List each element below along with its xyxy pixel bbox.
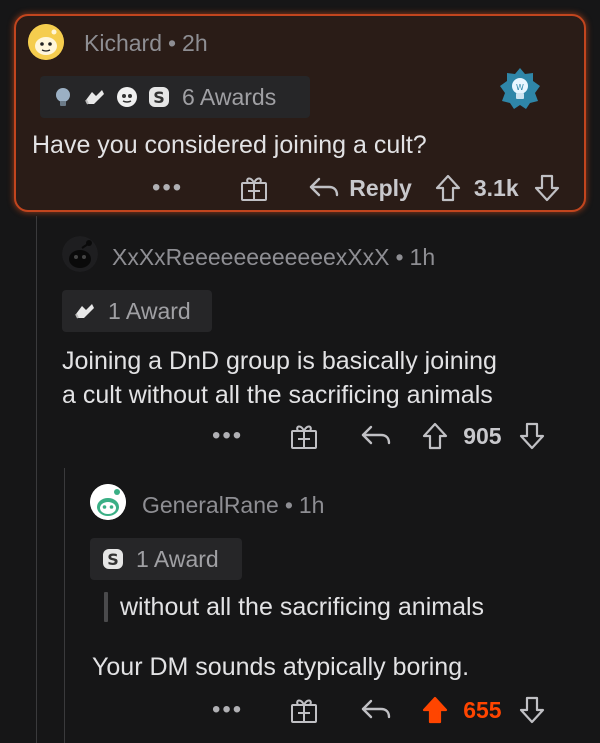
silver-bulb-icon bbox=[50, 84, 76, 110]
upvote-arrow-icon[interactable] bbox=[421, 421, 449, 451]
avatar[interactable] bbox=[90, 484, 126, 520]
downvote-arrow-icon[interactable] bbox=[533, 173, 561, 203]
thread-line-level-1[interactable] bbox=[36, 216, 37, 743]
awards-bar[interactable]: 1 Award bbox=[62, 290, 212, 332]
comment-actions: ••• 655 bbox=[212, 690, 546, 730]
give-award-gift-icon[interactable] bbox=[239, 173, 269, 203]
timestamp: 1h bbox=[409, 244, 436, 270]
comment-actions: ••• Reply 3.1k bbox=[152, 168, 561, 208]
comment-line: Joining a DnD group is basically joining bbox=[62, 347, 497, 375]
avatar[interactable] bbox=[62, 236, 98, 272]
separator-dot: • bbox=[395, 244, 404, 270]
comment-header: Kichard • 2h bbox=[84, 30, 208, 57]
award-count: 1 Award bbox=[108, 297, 191, 324]
give-award-gift-icon[interactable] bbox=[289, 421, 319, 451]
helpful-icon bbox=[114, 84, 140, 110]
vote-score: 3.1k bbox=[473, 174, 519, 201]
comment-header: GeneralRane • 1h bbox=[142, 492, 324, 519]
svg-text:S: S bbox=[153, 88, 165, 107]
awards-bar[interactable]: S 6 Awards bbox=[40, 76, 310, 118]
comment-actions: ••• 905 bbox=[212, 416, 546, 456]
snoo-avatar-icon bbox=[90, 484, 126, 520]
lightbulb-icon: W bbox=[500, 68, 540, 109]
wholesome-icon bbox=[72, 298, 98, 324]
vote-score: 905 bbox=[463, 422, 502, 449]
comment-line: a cult without all the sacrificing anima… bbox=[62, 381, 493, 409]
quote-bar bbox=[104, 592, 108, 622]
snoo-avatar-icon bbox=[28, 24, 64, 60]
comment-body: Your DM sounds atypically boring. bbox=[92, 650, 582, 684]
reply-arrow-icon[interactable] bbox=[359, 695, 393, 725]
upvote-arrow-icon[interactable] bbox=[434, 173, 462, 203]
username[interactable]: GeneralRane bbox=[142, 492, 279, 518]
give-award-gift-icon[interactable] bbox=[289, 695, 319, 725]
separator-dot: • bbox=[284, 492, 293, 518]
downvote-arrow-icon[interactable] bbox=[518, 695, 546, 725]
avatar[interactable] bbox=[28, 24, 64, 60]
username[interactable]: XxXxReeeeeeeeeeeexXxX bbox=[112, 244, 389, 270]
separator-dot: • bbox=[167, 30, 177, 56]
comment-line: Your DM sounds atypically boring. bbox=[92, 653, 470, 681]
reply-button[interactable]: Reply bbox=[307, 173, 412, 203]
award-count: 6 Awards bbox=[182, 83, 277, 110]
silver-s-icon: S bbox=[146, 84, 172, 110]
more-options-button[interactable]: ••• bbox=[212, 422, 243, 450]
thread-line-level-2[interactable] bbox=[64, 468, 65, 743]
snoo-avatar-icon bbox=[62, 236, 98, 272]
bulb-award-badge[interactable]: W bbox=[498, 66, 542, 110]
vote-score: 655 bbox=[463, 696, 502, 723]
username[interactable]: Kichard bbox=[84, 30, 162, 56]
more-options-button[interactable]: ••• bbox=[152, 174, 183, 202]
upvote-arrow-icon-active[interactable] bbox=[421, 695, 449, 725]
timestamp: 2h bbox=[182, 30, 208, 56]
comment-body: Joining a DnD group is basically joining… bbox=[62, 344, 582, 412]
comment-body: Have you considered joining a cult? bbox=[32, 128, 572, 162]
comment-header: XxXxReeeeeeeeeeeexXxX • 1h bbox=[112, 244, 435, 271]
wholesome-icon bbox=[82, 84, 108, 110]
silver-s-icon: S bbox=[100, 546, 126, 572]
reply-arrow-icon bbox=[307, 173, 341, 203]
reply-label: Reply bbox=[349, 174, 412, 201]
award-count: 1 Award bbox=[136, 545, 219, 572]
downvote-arrow-icon[interactable] bbox=[518, 421, 546, 451]
svg-text:S: S bbox=[107, 550, 119, 569]
quoted-text: without all the sacrificing animals bbox=[120, 593, 485, 621]
comment-line: Have you considered joining a cult? bbox=[32, 131, 427, 159]
timestamp: 1h bbox=[298, 492, 325, 518]
awards-bar[interactable]: S 1 Award bbox=[90, 538, 242, 580]
more-options-button[interactable]: ••• bbox=[212, 696, 243, 724]
reply-arrow-icon[interactable] bbox=[359, 421, 393, 451]
svg-text:W: W bbox=[516, 83, 524, 92]
